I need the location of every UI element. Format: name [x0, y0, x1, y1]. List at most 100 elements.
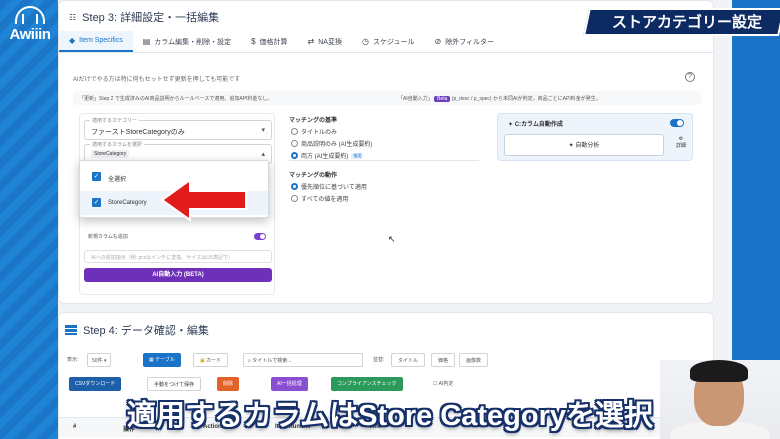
- auto-analyze-button[interactable]: ✦ 自動分析: [504, 134, 664, 156]
- presenter-hair: [690, 360, 748, 382]
- info-bar-left: 「更新」Step 2 で生成済みのAI商品説明からルールベースで適用。追加API…: [79, 96, 273, 102]
- ai-instruction-input[interactable]: AIへの追加指示（例: pcsはインチに変換、サイズはUS表記で）: [84, 250, 272, 263]
- tab-price-calc[interactable]: $ 価格計算: [241, 31, 297, 52]
- info-bar-right: 「AI自動入力」 Beta (p_desc / p_spec) から未同AIが判…: [398, 95, 601, 102]
- column-header: #: [73, 424, 77, 430]
- radio-title-only[interactable]: タイトルのみ: [291, 127, 337, 136]
- title-badge-text: ストアカテゴリー設定: [612, 14, 763, 31]
- tab-label: 価格計算: [259, 38, 288, 46]
- radio-label: 商品説明のみ (AI生成要約): [301, 142, 373, 148]
- sparkle-icon: ✦: [568, 143, 574, 149]
- save-button[interactable]: 手動をつけて保存: [147, 377, 202, 391]
- table-view-button[interactable]: ▦ テーブル: [143, 353, 181, 367]
- matching-panel: マッチングの基準 タイトルのみ 商品説明のみ (AI生成要約) 両方 (AI生成…: [285, 113, 481, 295]
- display-count-value: 50件: [92, 358, 103, 364]
- brand-logo: Awiiin: [4, 6, 56, 52]
- option-label: 全選択: [108, 177, 127, 183]
- selected-chip: StoreCategory: [91, 150, 130, 158]
- tab-exclude-filter[interactable]: ⊘ 除外フィルター: [424, 31, 504, 52]
- radio-icon: [291, 128, 298, 135]
- ai-check-label: AI判定: [438, 381, 454, 387]
- auto-column-title: ✦ C:カラム自動作成: [508, 119, 563, 128]
- detail-button[interactable]: ⚙ 詳細: [674, 136, 688, 149]
- subtitle-caption: 適用するカラムはStore Categoryを選択: [126, 400, 654, 432]
- radio-icon: [291, 140, 298, 147]
- dollar-icon: $: [251, 37, 256, 46]
- radio-selected-icon: [291, 183, 298, 190]
- beta-badge: Beta: [434, 96, 451, 102]
- card-view-button[interactable]: ▣ カード: [193, 353, 229, 367]
- tab-label: スケジュール: [372, 38, 415, 46]
- auto-column-panel: ✦ C:カラム自動作成 ✦ 自動分析 ⚙ 詳細: [497, 113, 693, 161]
- new-column-toggle[interactable]: [254, 233, 266, 240]
- detail-label: 詳細: [675, 143, 686, 149]
- sort-title-button[interactable]: タイトル: [391, 353, 426, 367]
- info-bar: 「更新」Step 2 で生成済みのAI商品説明からルールベースで適用。追加API…: [73, 91, 701, 105]
- matching-title: マッチングの基準: [289, 118, 338, 124]
- radio-label: タイトルのみ: [301, 130, 338, 136]
- step4-controls: 表示: 50件 ▾ ▦ テーブル ▣ カード ⌕ タイトルで検索... 並替: …: [67, 353, 707, 367]
- auto-analyze-label: 自動分析: [575, 143, 600, 149]
- background-stripes: [0, 0, 58, 439]
- step3-title: Step 3: 詳細設定・一括編集: [82, 12, 220, 24]
- search-placeholder: タイトルで検索...: [252, 358, 292, 364]
- radio-both[interactable]: 両方 (AI生成要約) 推奨: [291, 151, 364, 160]
- tab-label: Item Specifics: [79, 37, 123, 44]
- category-select-label: 適用するカテゴリー: [90, 117, 140, 124]
- info-label: 「AI自動入力」: [398, 96, 433, 102]
- tab-label: 除外フィルター: [445, 38, 495, 46]
- step4-action-buttons: CSVダウンロード 手動をつけて保存 削除 AI一括処理 コンプライアンスチェッ…: [67, 377, 707, 391]
- sort-price-button[interactable]: 価格: [431, 353, 456, 367]
- auto-column-toggle[interactable]: [670, 119, 684, 127]
- step4-header: Step 4: データ確認・編集: [65, 322, 209, 338]
- title-search-input[interactable]: ⌕ タイトルで検索...: [243, 353, 363, 367]
- dome-icon: [15, 6, 45, 24]
- card-view-label: カード: [206, 358, 222, 364]
- sparkle-icon: ✦: [508, 122, 514, 128]
- sort-label: 並替:: [373, 357, 385, 363]
- ai-check-option[interactable]: ☐ AI判定: [427, 377, 459, 391]
- chevron-up-icon: ▴: [261, 151, 265, 158]
- radio-label: 優先順位に基づいて適用: [301, 185, 367, 191]
- csv-download-button[interactable]: CSVダウンロード: [69, 377, 122, 391]
- tab-label: カラム編集・削除・設定: [154, 38, 232, 46]
- radio-desc-only[interactable]: 商品説明のみ (AI生成要約): [291, 139, 372, 148]
- display-label: 表示:: [67, 357, 79, 363]
- tab-item-specifics[interactable]: ◆ Item Specifics: [59, 31, 133, 52]
- category-select[interactable]: 適用するカテゴリー ファーストStoreCategoryのみ ▾: [84, 117, 272, 140]
- delete-button[interactable]: 削除: [217, 377, 240, 391]
- ban-icon: ⊘: [434, 37, 442, 46]
- radio-priority[interactable]: 優先順位に基づいて適用: [291, 182, 367, 191]
- divider: [289, 160, 479, 161]
- auto-column-title-text: C:カラム自動作成: [514, 122, 563, 128]
- step4-title: Step 4: データ確認・編集: [83, 325, 209, 337]
- checkbox-checked-icon: ✓: [92, 198, 101, 207]
- sort-images-button[interactable]: 画像数: [459, 353, 489, 367]
- tab-column-edit[interactable]: ▤ カラム編集・削除・設定: [133, 31, 241, 52]
- step3-header: ☷ Step 3: 詳細設定・一括編集: [69, 9, 219, 25]
- display-count-select[interactable]: 50件 ▾: [87, 353, 112, 367]
- compliance-check-button[interactable]: コンプライアンスチェック: [331, 377, 403, 391]
- radio-label: すべての値を適用: [301, 197, 349, 203]
- clock-icon: ◷: [361, 37, 369, 46]
- tab-schedule[interactable]: ◷ スケジュール: [352, 31, 425, 52]
- option-label: StoreCategory: [108, 200, 147, 206]
- radio-icon: [291, 195, 298, 202]
- info-text: (p_desc / p_spec) から未同AIが判定。商品ごとにAPI料金が発…: [451, 96, 601, 102]
- new-column-label: 新規カラムも追加: [88, 234, 128, 240]
- search-icon: ⌕: [248, 358, 251, 364]
- radio-selected-icon: [291, 152, 298, 159]
- radio-label: 両方 (AI生成要約): [301, 154, 349, 160]
- swap-icon: ⇄: [307, 37, 315, 46]
- red-arrow-icon: [160, 178, 247, 222]
- ai-autofill-button[interactable]: AI自動入力 (BETA): [84, 268, 272, 282]
- columns-icon: ▤: [142, 37, 151, 46]
- recommended-tag: 推奨: [351, 152, 364, 159]
- ai-batch-button[interactable]: AI一括処理: [271, 377, 308, 391]
- tab-na-convert[interactable]: ⇄ NA変換: [298, 31, 352, 52]
- help-icon[interactable]: ?: [685, 72, 695, 82]
- chevron-down-icon: ▾: [261, 127, 265, 134]
- radio-all-values[interactable]: すべての値を適用: [291, 194, 348, 203]
- step3-card: ☷ Step 3: 詳細設定・一括編集 ◆ Item Specifics ▤ カラム…: [58, 0, 715, 304]
- tag-icon: ◆: [69, 36, 76, 45]
